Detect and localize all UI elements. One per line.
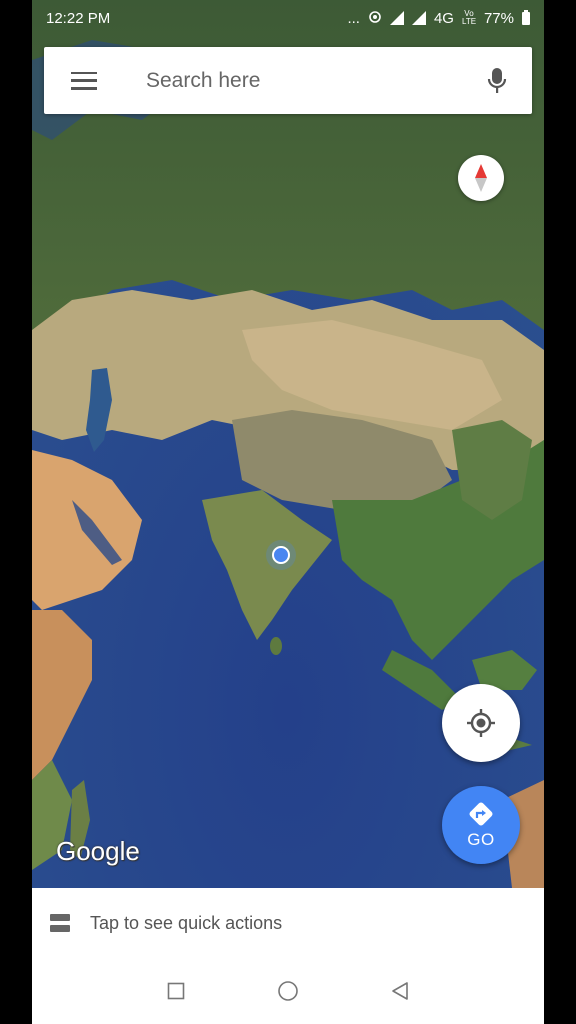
search-input[interactable] xyxy=(124,68,462,93)
volte-badge: Vo LTE xyxy=(461,9,477,26)
network-type: 4G xyxy=(433,9,454,27)
back-icon[interactable] xyxy=(383,974,417,1008)
compass-icon[interactable] xyxy=(458,155,504,201)
recent-apps-icon[interactable] xyxy=(159,974,193,1008)
menu-icon[interactable] xyxy=(44,47,124,114)
status-time: 12:22 PM xyxy=(46,9,111,27)
status-more-dots: ... xyxy=(347,9,360,27)
status-bar: 12:22 PM ... 4G Vo LTE 77% xyxy=(32,0,544,36)
quick-actions-bar[interactable]: Tap to see quick actions xyxy=(32,888,544,958)
my-location-button[interactable] xyxy=(442,684,520,762)
cell-signal-icon xyxy=(411,11,426,25)
battery-icon xyxy=(522,9,530,25)
wifi-signal-icon xyxy=(389,11,404,25)
google-logo: Google xyxy=(56,836,140,866)
home-icon[interactable] xyxy=(271,974,305,1008)
quick-actions-icon xyxy=(50,914,70,932)
go-directions-button[interactable]: GO xyxy=(442,786,520,864)
go-label: GO xyxy=(467,830,495,849)
quick-actions-label: Tap to see quick actions xyxy=(90,912,283,933)
current-location-marker xyxy=(272,546,290,564)
my-location-icon xyxy=(467,709,495,737)
battery-percent: 77% xyxy=(483,9,514,27)
mic-icon[interactable] xyxy=(462,47,532,114)
status-icons: ... 4G Vo LTE 77% xyxy=(347,9,530,27)
location-status-icon xyxy=(368,10,382,27)
phone-screen: 12:22 PM ... 4G Vo LTE 77% Search here G… xyxy=(32,0,544,1024)
system-nav-bar xyxy=(32,958,544,1024)
directions-icon xyxy=(469,802,493,826)
search-bar xyxy=(44,47,532,114)
